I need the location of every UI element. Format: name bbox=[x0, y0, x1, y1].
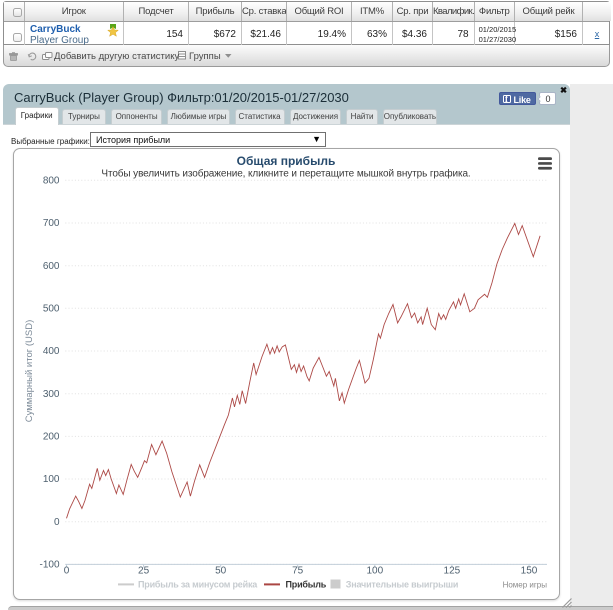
svg-text:700: 700 bbox=[43, 218, 60, 229]
svg-text:150: 150 bbox=[521, 566, 538, 577]
svg-text:-100: -100 bbox=[39, 560, 59, 571]
svg-text:Значительные выигрыши: Значительные выигрыши bbox=[346, 580, 458, 590]
svg-text:Общая прибыль: Общая прибыль bbox=[237, 154, 336, 168]
svg-text:25: 25 bbox=[138, 566, 150, 577]
svg-text:0: 0 bbox=[64, 566, 70, 577]
svg-text:Чтобы увеличить изображение, к: Чтобы увеличить изображение, кликните и … bbox=[101, 168, 470, 180]
svg-text:100: 100 bbox=[43, 474, 60, 485]
svg-text:200: 200 bbox=[43, 432, 60, 443]
svg-text:Прибыль: Прибыль bbox=[286, 580, 327, 590]
svg-text:75: 75 bbox=[292, 566, 304, 577]
svg-text:300: 300 bbox=[43, 389, 60, 400]
svg-text:800: 800 bbox=[43, 176, 60, 187]
svg-text:Суммарный итог (USD): Суммарный итог (USD) bbox=[24, 320, 35, 422]
svg-text:0: 0 bbox=[54, 517, 60, 528]
svg-text:100: 100 bbox=[366, 566, 383, 577]
svg-text:50: 50 bbox=[215, 566, 227, 577]
svg-text:Прибыль за минусом рейка: Прибыль за минусом рейка bbox=[138, 580, 258, 590]
svg-text:600: 600 bbox=[43, 261, 60, 272]
svg-text:500: 500 bbox=[43, 304, 60, 315]
svg-text:Номер игры: Номер игры bbox=[503, 581, 548, 590]
svg-text:400: 400 bbox=[43, 346, 60, 357]
svg-text:125: 125 bbox=[444, 566, 461, 577]
